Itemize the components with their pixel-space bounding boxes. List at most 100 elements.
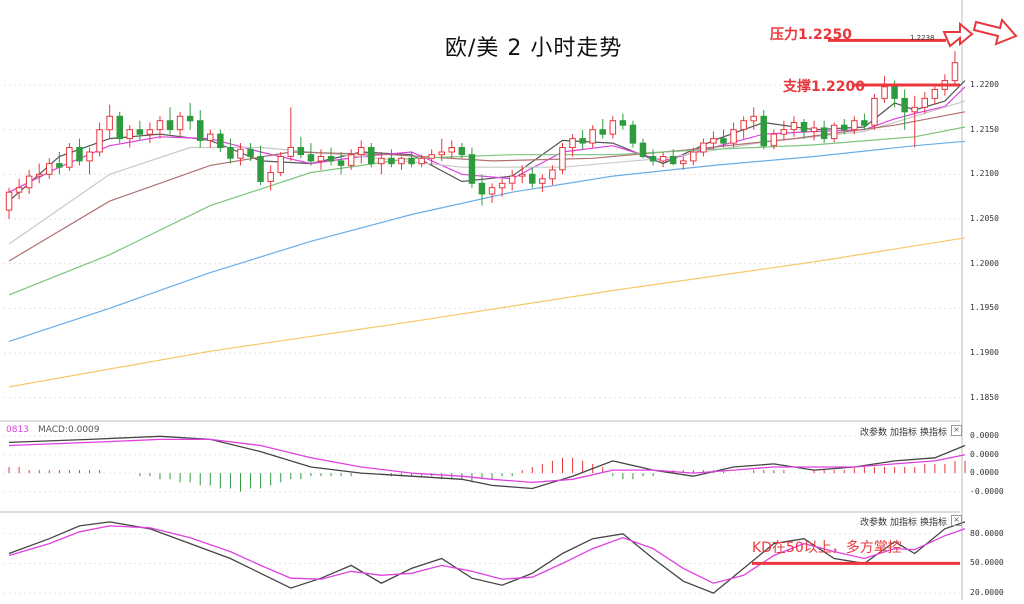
bullish-candle	[871, 97, 878, 126]
bullish-candle	[86, 151, 93, 162]
bearish-candle	[478, 182, 486, 195]
bullish-candle	[659, 156, 667, 162]
bullish-candle	[146, 129, 154, 135]
bullish-candle	[851, 120, 858, 131]
bullish-candle	[589, 129, 596, 144]
macd-close-icon[interactable]: ×	[951, 425, 962, 436]
bullish-candle	[508, 175, 516, 184]
chart-title: 欧/美 2 小时走势	[445, 36, 623, 61]
bullish-candle	[267, 172, 274, 182]
kd-note-label: KD在50以上，多方掌控	[752, 540, 902, 556]
bullish-candle	[911, 106, 918, 113]
bearish-candle	[227, 147, 234, 159]
price-tick: 1.1850	[970, 392, 999, 402]
bearish-candle	[337, 160, 345, 166]
trend-arrow-icon	[942, 21, 974, 48]
bearish-candle	[257, 156, 264, 182]
bullish-candle	[740, 120, 747, 131]
bearish-candle	[307, 154, 315, 162]
bearish-candle	[669, 156, 677, 165]
macd-dea-line	[8, 438, 966, 484]
price-tick: 1.1900	[970, 348, 999, 357]
bearish-candle	[186, 115, 194, 122]
bullish-candle	[881, 86, 888, 99]
bearish-candle	[841, 124, 848, 131]
bearish-candle	[327, 156, 335, 162]
price-tick: 1.2000	[970, 258, 999, 268]
macd-params-button[interactable]: 改参数	[860, 425, 887, 438]
price-tick: 1.2100	[970, 169, 999, 179]
kd-add-indicator-button[interactable]: 加指标	[890, 515, 917, 528]
bullish-candle	[277, 156, 284, 174]
moving-average-line	[8, 86, 966, 193]
bearish-candle	[368, 147, 375, 165]
bullish-candle	[428, 154, 435, 159]
moving-average-line	[8, 140, 966, 342]
moving-average-line	[8, 126, 966, 296]
bearish-candle	[297, 147, 305, 156]
bullish-candle	[287, 147, 294, 157]
bearish-candle	[579, 138, 586, 144]
candlestick-chart	[0, 0, 1018, 600]
bullish-candle	[790, 122, 798, 131]
bullish-candle	[237, 148, 244, 159]
bullish-candle	[347, 154, 355, 166]
bearish-candle	[629, 124, 637, 144]
kd-tick: 80.0000	[970, 528, 1004, 538]
bullish-candle	[549, 169, 556, 180]
bearish-candle	[166, 120, 174, 131]
bullish-candle	[207, 133, 214, 141]
bearish-candle	[820, 127, 828, 140]
bearish-candle	[388, 157, 395, 165]
bullish-candle	[418, 157, 425, 165]
bullish-candle	[810, 127, 818, 133]
macd-tick: 0.0000	[970, 449, 999, 459]
kd-close-icon[interactable]: ×	[951, 515, 962, 526]
bullish-candle	[770, 133, 778, 147]
bullish-candle	[539, 178, 546, 184]
bullish-candle	[317, 156, 325, 162]
macd-add-indicator-button[interactable]: 加指标	[890, 425, 917, 438]
bearish-candle	[649, 156, 657, 162]
bullish-candle	[498, 182, 506, 189]
kd-params-button[interactable]: 改参数	[860, 515, 887, 528]
bearish-candle	[136, 129, 144, 135]
macd-tick: 0.0000	[970, 468, 999, 478]
bearish-candle	[760, 115, 767, 147]
bullish-candle	[66, 147, 73, 168]
bullish-candle	[931, 89, 939, 99]
bearish-candle	[639, 142, 647, 158]
moving-average-line	[8, 100, 966, 245]
bearish-candle	[861, 120, 868, 126]
macd-dif-line	[8, 435, 966, 490]
bullish-candle	[700, 142, 707, 153]
kd-tick: 20.0000	[970, 588, 1004, 598]
bearish-candle	[800, 122, 808, 132]
bullish-candle	[519, 173, 526, 177]
bullish-candle	[126, 129, 133, 140]
bearish-candle	[408, 157, 415, 165]
bullish-candle	[559, 147, 566, 171]
bearish-candle	[468, 154, 476, 184]
bullish-candle	[448, 147, 455, 153]
bullish-candle	[730, 129, 737, 144]
bullish-candle	[921, 97, 928, 108]
bullish-candle	[25, 175, 33, 189]
bullish-candle	[569, 138, 576, 149]
bullish-candle	[156, 120, 164, 131]
bearish-candle	[217, 133, 224, 149]
price-tick: 1.1950	[970, 303, 999, 313]
bearish-candle	[891, 86, 898, 99]
bullish-candle	[750, 115, 757, 122]
price-tick: 1.2150	[970, 124, 999, 134]
bullish-candle	[106, 115, 113, 131]
bearish-candle	[247, 148, 254, 157]
bearish-candle	[197, 120, 204, 141]
bullish-candle	[378, 157, 385, 165]
macd-panel-label: 0813	[6, 425, 29, 435]
kd-switch-indicator-button[interactable]: 换指标	[920, 515, 947, 528]
macd-switch-indicator-button[interactable]: 换指标	[920, 425, 947, 438]
bearish-candle	[901, 97, 908, 113]
bullish-candle	[438, 151, 445, 156]
bullish-candle	[488, 187, 496, 195]
